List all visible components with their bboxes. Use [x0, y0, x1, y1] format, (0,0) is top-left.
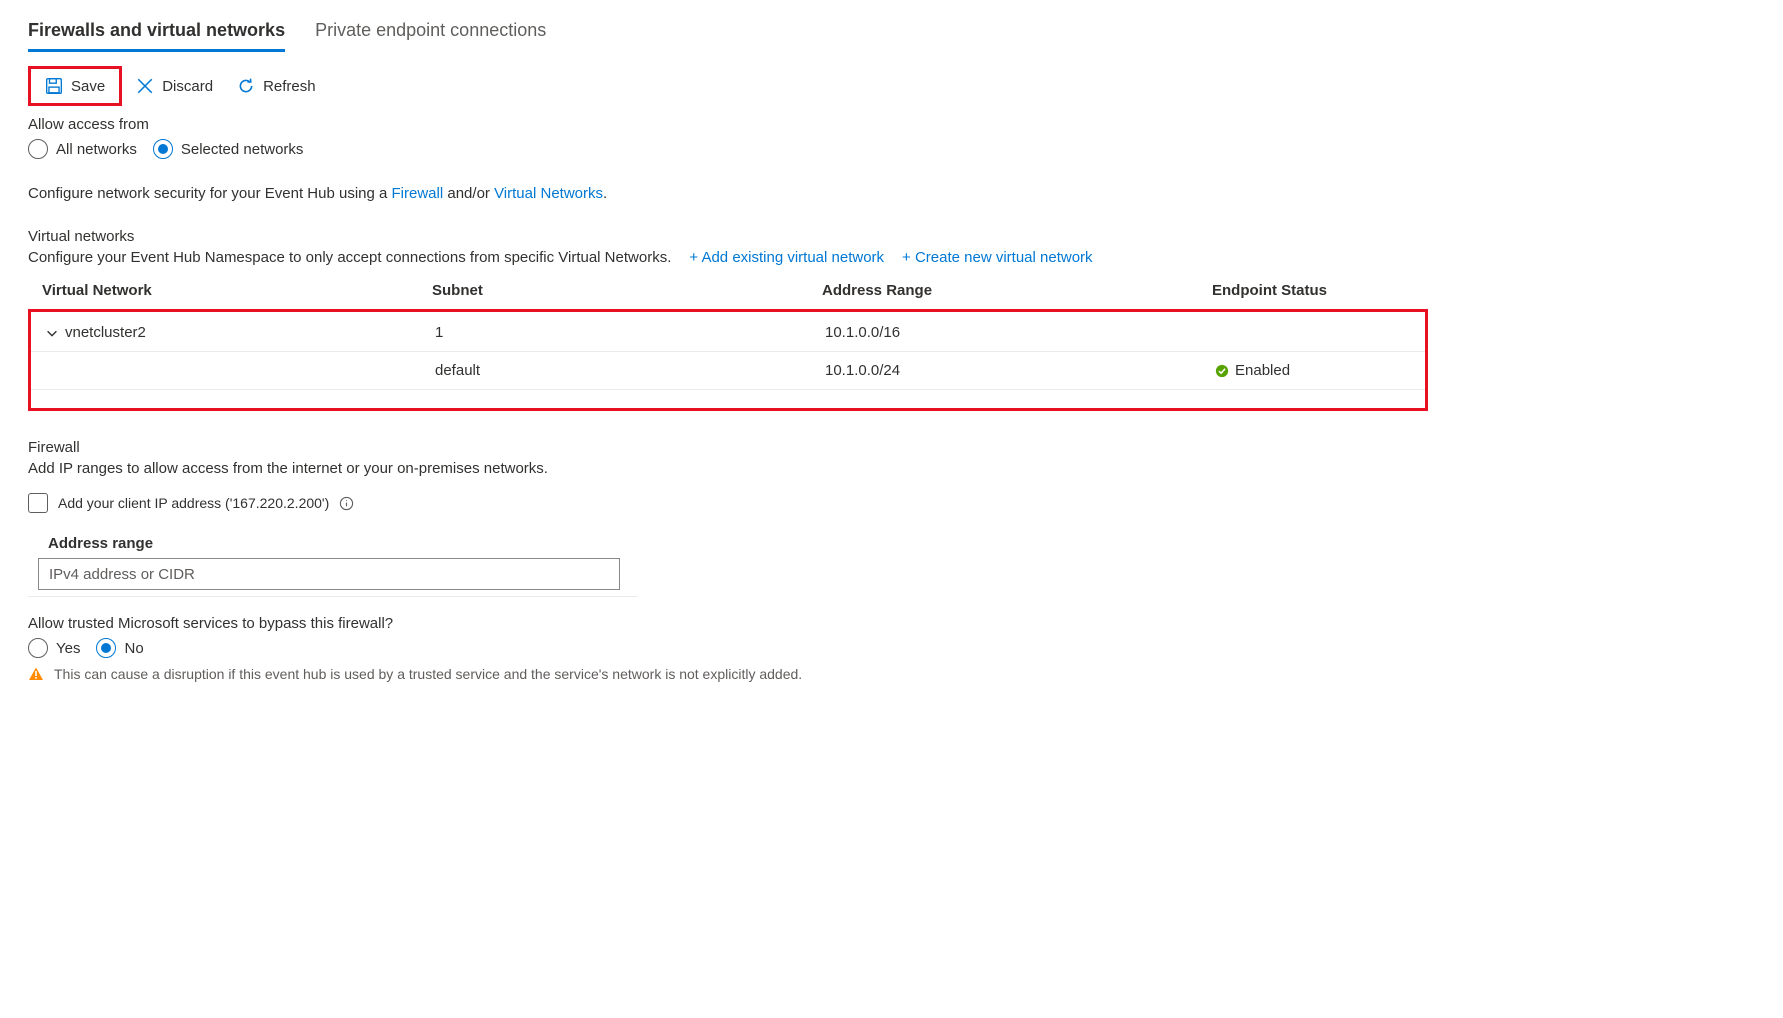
check-circle-icon	[1215, 364, 1229, 378]
refresh-icon	[237, 77, 255, 95]
table-header: Virtual Network Subnet Address Range End…	[28, 272, 1428, 309]
refresh-label: Refresh	[263, 78, 316, 95]
radio-icon	[96, 638, 116, 658]
add-client-ip-checkbox[interactable]	[28, 493, 48, 513]
virtual-networks-header: Virtual networks	[28, 228, 1458, 245]
add-client-ip-label: Add your client IP address ('167.220.2.2…	[58, 495, 329, 511]
radio-trusted-no[interactable]: No	[96, 638, 143, 658]
virtual-networks-link[interactable]: Virtual Networks	[494, 185, 603, 202]
vnet-name-cell: vnetcluster2	[45, 324, 435, 341]
save-button[interactable]: Save	[35, 71, 115, 101]
range-cell: 10.1.0.0/16	[825, 324, 1215, 341]
firewall-sub: Add IP ranges to allow access from the i…	[28, 460, 1458, 477]
allow-access-label: Allow access from	[28, 116, 1458, 133]
chevron-down-icon[interactable]	[45, 326, 59, 340]
address-range-input[interactable]	[38, 558, 620, 590]
warning-icon	[28, 666, 44, 682]
radio-selected-label: Selected networks	[181, 141, 304, 158]
radio-all-label: All networks	[56, 141, 137, 158]
create-new-vnet-link[interactable]: + Create new virtual network	[902, 249, 1093, 266]
radio-icon	[153, 139, 173, 159]
radio-icon	[28, 638, 48, 658]
firewall-header: Firewall	[28, 439, 1458, 456]
table-row[interactable]: vnetcluster2 1 10.1.0.0/16	[31, 314, 1425, 352]
status-cell: Enabled	[1215, 362, 1445, 379]
warning-message: This can cause a disruption if this even…	[28, 666, 1458, 682]
info-icon[interactable]	[339, 496, 354, 511]
col-address-range: Address Range	[822, 282, 1212, 299]
subnet-cell: default	[435, 362, 825, 379]
radio-all-networks[interactable]: All networks	[28, 139, 137, 159]
trusted-label: Allow trusted Microsoft services to bypa…	[28, 615, 1458, 632]
warning-text: This can cause a disruption if this even…	[54, 666, 802, 682]
col-virtual-network: Virtual Network	[42, 282, 432, 299]
firewall-link[interactable]: Firewall	[392, 185, 444, 202]
table-row[interactable]: default 10.1.0.0/24 Enabled	[31, 352, 1425, 390]
radio-trusted-yes[interactable]: Yes	[28, 638, 80, 658]
tab-bar: Firewalls and virtual networks Private e…	[28, 20, 1458, 52]
col-endpoint-status: Endpoint Status	[1212, 282, 1442, 299]
save-label: Save	[71, 78, 105, 95]
virtual-networks-sub: Configure your Event Hub Namespace to on…	[28, 249, 671, 266]
close-icon	[136, 77, 154, 95]
vnet-table: Virtual Network Subnet Address Range End…	[28, 272, 1428, 411]
discard-button[interactable]: Discard	[126, 71, 223, 101]
subnet-cell: 1	[435, 324, 825, 341]
radio-icon	[28, 139, 48, 159]
address-range-column: Address range	[28, 529, 648, 558]
save-icon	[45, 77, 63, 95]
range-cell: 10.1.0.0/24	[825, 362, 1215, 379]
refresh-button[interactable]: Refresh	[227, 71, 326, 101]
radio-no-label: No	[124, 640, 143, 657]
radio-selected-networks[interactable]: Selected networks	[153, 139, 304, 159]
add-existing-vnet-link[interactable]: + Add existing virtual network	[689, 249, 884, 266]
tab-private-endpoint[interactable]: Private endpoint connections	[315, 20, 546, 52]
radio-yes-label: Yes	[56, 640, 80, 657]
configure-line: Configure network security for your Even…	[28, 185, 1458, 202]
toolbar: Save Discard Refresh	[28, 66, 1458, 106]
tab-firewalls[interactable]: Firewalls and virtual networks	[28, 20, 285, 52]
col-subnet: Subnet	[432, 282, 822, 299]
discard-label: Discard	[162, 78, 213, 95]
